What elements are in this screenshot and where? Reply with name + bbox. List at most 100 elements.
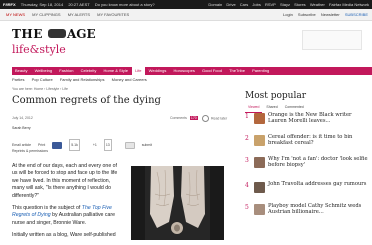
- gplus-button[interactable]: +1 13: [93, 139, 118, 151]
- read-later-button[interactable]: Read later: [202, 115, 227, 122]
- facebook-share-button[interactable]: 5.1k: [52, 139, 86, 151]
- network-links: Domain Drive Cars Jobs RSVP Stayz Stores…: [205, 0, 369, 9]
- share-bar: Email article Print 5.1k +1 13 submit: [12, 139, 240, 151]
- popular-headline[interactable]: Why I'm 'not a fan': doctor 'look selfie…: [268, 156, 368, 169]
- my-news-tab[interactable]: MY NEWS: [6, 9, 25, 20]
- section-title[interactable]: life&style: [12, 43, 66, 56]
- newsletter-link[interactable]: Newsletter: [321, 12, 340, 17]
- popular-thumbnail: [254, 135, 265, 146]
- popular-thumbnail: [254, 113, 265, 124]
- subnav-item-money[interactable]: Money and Careers: [112, 76, 147, 83]
- site-top-bar: F/IRFX Thursday, Sep 18, 2014 20:27 AEST…: [0, 0, 372, 9]
- subnav-item-parties[interactable]: Parties: [12, 76, 24, 83]
- popular-item[interactable]: 1 Orange is the New Black writer Lauren …: [245, 112, 368, 128]
- crest-icon: [48, 29, 66, 38]
- submit-label: submit: [141, 143, 152, 147]
- my-alerts-tab[interactable]: MY ALERTS: [68, 9, 90, 20]
- comments-label: Comments: [170, 116, 187, 120]
- gplus-count: 13: [103, 139, 112, 151]
- network-link[interactable]: Drive: [226, 0, 235, 9]
- popular-item[interactable]: 3 Why I'm 'not a fan': doctor 'look self…: [245, 156, 368, 172]
- user-toolbar: MY NEWS MY CLIPPINGS MY ALERTS MY FAVOUR…: [0, 9, 372, 21]
- popular-item[interactable]: 4 John Travolta addresses gay rumours: [245, 181, 368, 197]
- popular-headline[interactable]: Playboy model Cathy Schmitz weds Austria…: [268, 203, 368, 216]
- time-status: 20:27 AEST: [68, 2, 90, 7]
- nav-item-life[interactable]: Life: [132, 67, 145, 75]
- tab-shared[interactable]: Shared: [263, 102, 280, 112]
- subnav-item-pop-culture[interactable]: Pop Culture: [32, 76, 53, 83]
- news-tip-link[interactable]: Do you know more about a story?: [95, 0, 155, 9]
- popular-rank: 2: [245, 135, 249, 142]
- nav-item-good-food[interactable]: Good Food: [199, 67, 225, 75]
- logo-the[interactable]: THE: [12, 27, 43, 41]
- nav-item-beauty[interactable]: Beauty: [12, 67, 30, 75]
- my-favourites-tab[interactable]: MY FAVOURITES: [97, 9, 129, 20]
- my-clippings-tab[interactable]: MY CLIPPINGS: [32, 9, 60, 20]
- nav-item-parenting[interactable]: Parenting: [249, 67, 272, 75]
- network-link[interactable]: RSVP: [265, 0, 276, 9]
- network-link[interactable]: Jobs: [252, 0, 260, 9]
- popular-thumbnail: [254, 204, 265, 215]
- popular-rank: 5: [245, 204, 249, 211]
- popular-thumbnail: [254, 182, 265, 193]
- logo-age[interactable]: AGE: [67, 27, 96, 41]
- most-popular-title: Most popular: [245, 91, 307, 101]
- hands-illustration: [131, 166, 224, 240]
- subscribe-link[interactable]: Subscribe: [298, 12, 316, 17]
- body-paragraph: This question is the subject of The Top …: [12, 205, 115, 226]
- read-later-label: Read later: [210, 116, 228, 121]
- submit-button[interactable]: submit: [124, 140, 158, 150]
- nav-item-home-style[interactable]: Home & Style: [100, 67, 130, 75]
- popular-thumbnail: [254, 157, 265, 168]
- article-author[interactable]: Sarah Berry: [12, 126, 31, 130]
- article-body: At the end of our days, each and every o…: [12, 163, 122, 245]
- popular-item[interactable]: 2 Cereal offender: is it time to bin bre…: [245, 134, 368, 150]
- most-popular-tabs: Viewed Shared Commented: [245, 102, 368, 113]
- nav-item-wellbeing[interactable]: Wellbeing: [32, 67, 56, 75]
- popular-item[interactable]: 5 Playboy model Cathy Schmitz weds Austr…: [245, 203, 368, 219]
- advert-placeholder: [302, 30, 362, 50]
- network-link[interactable]: Cars: [240, 0, 248, 9]
- popular-rank: 1: [245, 113, 249, 120]
- article-photo[interactable]: [131, 166, 224, 240]
- comments-count: 170: [189, 116, 198, 120]
- comments-link[interactable]: Comments 170: [170, 116, 198, 120]
- sub-nav: Parties Pop Culture Family and Relations…: [12, 76, 372, 83]
- nav-item-fashion[interactable]: Fashion: [56, 67, 76, 75]
- facebook-count: 5.1k: [69, 139, 80, 151]
- nav-item-celebrity[interactable]: Celebrity: [78, 67, 100, 75]
- reprints-link[interactable]: Reprints & permissions: [12, 149, 48, 153]
- account-links: Login Subscribe Newsletter SUBSCRIBE: [279, 9, 368, 20]
- main-nav: Beauty Wellbeing Fashion Celebrity Home …: [12, 67, 372, 75]
- facebook-icon: [52, 141, 63, 149]
- nav-item-horoscopes[interactable]: Horoscopes: [170, 67, 197, 75]
- network-link[interactable]: Domain: [208, 0, 222, 9]
- body-paragraph: At the end of our days, each and every o…: [12, 163, 118, 199]
- article-headline: Common regrets of the dying: [12, 95, 161, 106]
- subscribe-button[interactable]: SUBSCRIBE: [345, 12, 368, 17]
- popular-rank: 3: [245, 157, 249, 164]
- article-date: July 14, 2012: [12, 116, 33, 120]
- read-later-icon: [202, 115, 209, 122]
- network-link[interactable]: Stores: [294, 0, 306, 9]
- popular-headline[interactable]: John Travolta addresses gay rumours: [268, 181, 368, 187]
- login-link[interactable]: Login: [283, 12, 293, 17]
- popular-rank: 4: [245, 182, 249, 189]
- popular-headline[interactable]: Cereal offender: is it time to bin break…: [268, 134, 368, 147]
- nav-item-thetribe[interactable]: TheTribe: [226, 67, 248, 75]
- fairfax-logo[interactable]: F/IRFX: [3, 0, 16, 9]
- network-link[interactable]: Stayz: [280, 0, 290, 9]
- reddit-icon: [124, 141, 135, 149]
- article-tools: Reprints & permissions: [12, 149, 54, 153]
- nav-item-weddings[interactable]: Weddings: [146, 67, 170, 75]
- popular-headline[interactable]: Orange is the New Black writer Lauren Mo…: [268, 112, 368, 125]
- tab-commented[interactable]: Commented: [282, 102, 307, 112]
- masthead: THE AGE life&style: [12, 24, 372, 57]
- gplus-label: +1: [92, 143, 97, 147]
- breadcrumb[interactable]: You are here: Home › Lifestyle › Life: [12, 87, 68, 91]
- network-link[interactable]: Fairfax Media Network: [329, 0, 369, 9]
- date-time: Thursday, Sep 18, 2014: [20, 2, 64, 7]
- subnav-item-family[interactable]: Family and Relationships: [60, 76, 105, 83]
- body-paragraph: Initially written as a blog, Ware self-p…: [12, 232, 116, 239]
- network-link[interactable]: Weather: [310, 0, 325, 9]
